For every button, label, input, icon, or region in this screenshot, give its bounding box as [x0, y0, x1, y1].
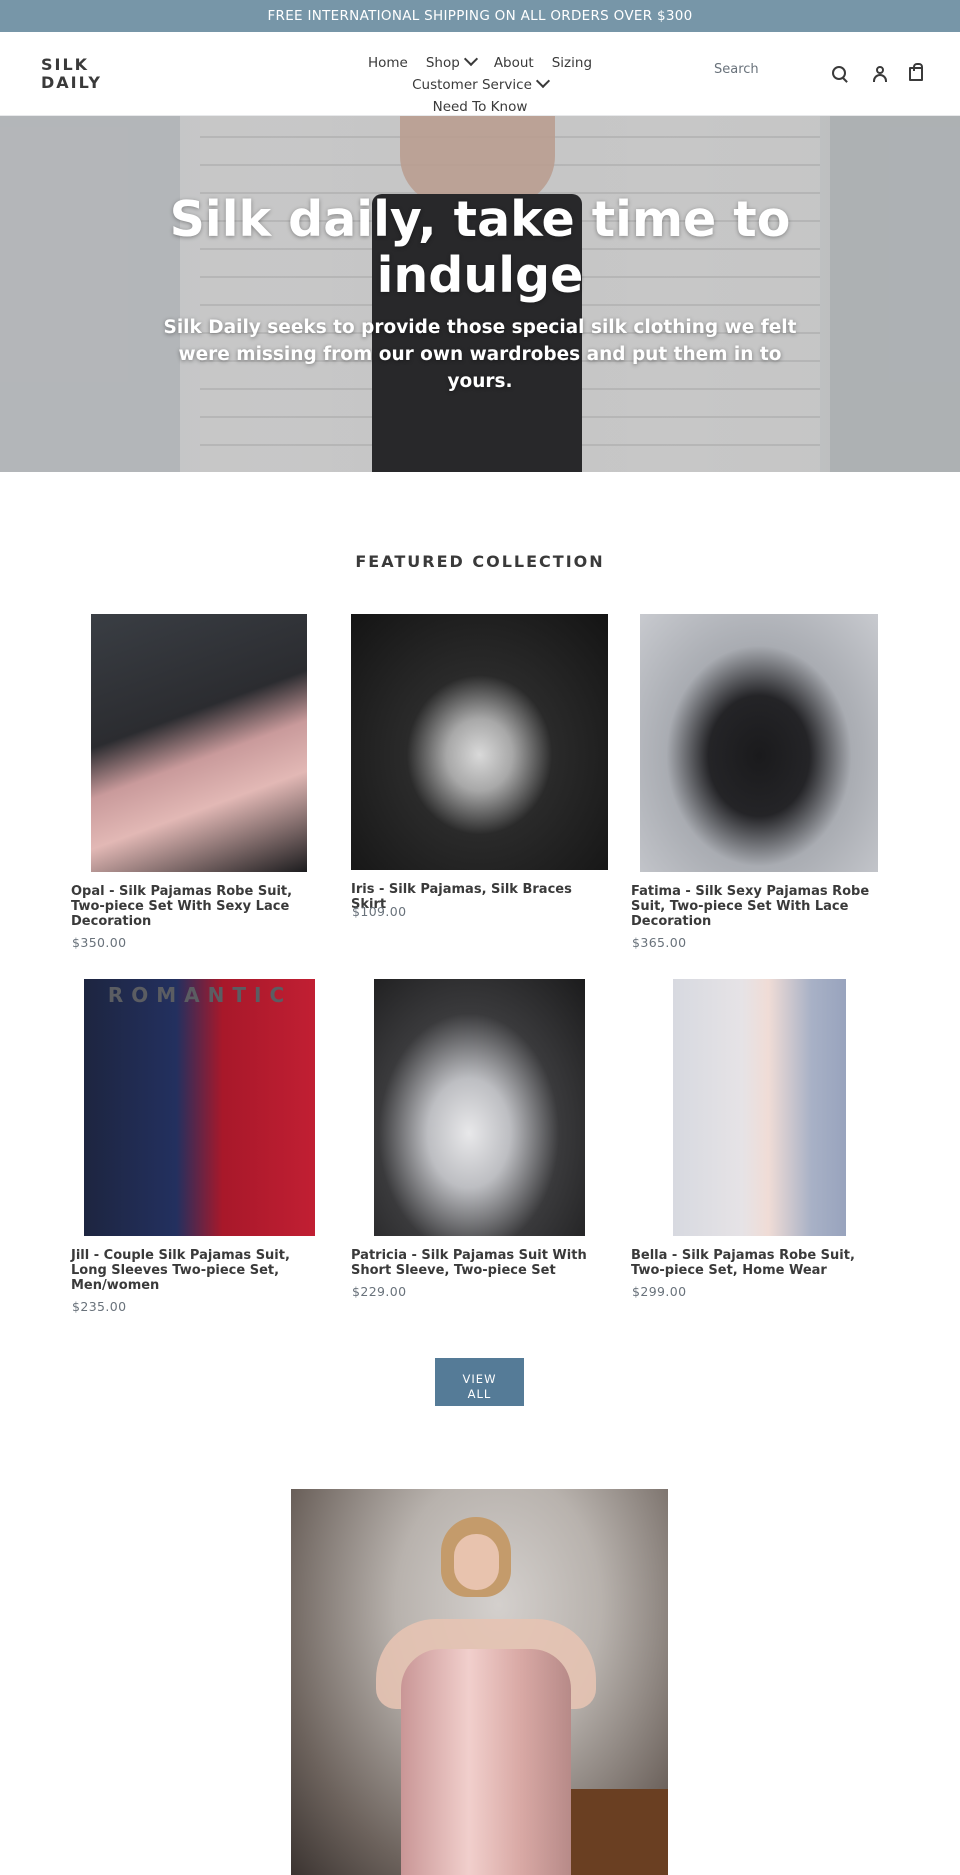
chevron-down-icon — [463, 51, 478, 67]
nav-need-to-know[interactable]: Need To Know — [433, 96, 528, 118]
hero-title: Silk daily, take time to indulge — [169, 191, 791, 304]
hero-subtitle: Silk Daily seeks to provide those specia… — [163, 317, 797, 392]
product-image[interactable] — [91, 614, 307, 872]
site-header: SILK DAILY Home Shop About Sizing Customer S… — [0, 32, 960, 116]
view-all-label-line-2: ALL — [467, 1386, 492, 1401]
announcement-text: FREE INTERNATIONAL SHIPPING ON ALL ORDER… — [267, 8, 693, 24]
product-title[interactable]: Patricia - Silk Pajamas Suit With Short … — [351, 1248, 604, 1278]
hero-banner: Silk daily, take time to indulge Silk Da… — [0, 116, 960, 472]
product-price: $350.00 — [72, 935, 127, 950]
featured-image — [291, 1489, 668, 1875]
product-image[interactable] — [673, 979, 846, 1236]
product-price: $235.00 — [72, 1299, 127, 1314]
product-title[interactable]: Jill - Couple Silk Pajamas Suit, Long Sl… — [71, 1248, 324, 1293]
nav-customer-service[interactable]: Customer Service — [412, 73, 550, 96]
featured-collection-title: FEATURED COLLECTION — [355, 552, 605, 571]
background-furniture — [571, 1789, 668, 1875]
cart-icon[interactable] — [909, 63, 923, 81]
product-price: $109.00 — [352, 904, 407, 919]
nav-home[interactable]: Home — [368, 52, 408, 74]
view-all-label-line-1: VIEW — [462, 1371, 497, 1386]
model-face — [454, 1534, 499, 1590]
logo[interactable]: SILK DAILY — [41, 56, 121, 92]
main-nav: Home Shop About Sizing Customer Service Need… — [290, 51, 670, 118]
logo-line-2: DAILY — [41, 73, 102, 92]
product-title[interactable]: Bella - Silk Pajamas Robe Suit, Two-piec… — [631, 1248, 884, 1278]
nav-sizing[interactable]: Sizing — [552, 52, 592, 74]
account-icon-head — [876, 66, 884, 74]
product-image[interactable] — [640, 614, 878, 872]
search-icon[interactable] — [832, 66, 846, 80]
product-title[interactable]: Fatima - Silk Sexy Pajamas Robe Suit, Tw… — [631, 884, 884, 929]
product-image[interactable] — [374, 979, 585, 1236]
product-image[interactable] — [351, 614, 608, 870]
nav-shop[interactable]: Shop — [425, 51, 478, 74]
nav-customer-service-label: Customer Service — [412, 77, 532, 93]
chevron-down-icon — [535, 73, 550, 89]
nav-about[interactable]: About — [494, 52, 534, 74]
logo-line-1: SILK — [41, 55, 90, 74]
account-icon[interactable] — [873, 66, 887, 82]
account-icon-body — [873, 74, 887, 82]
product-image[interactable]: ROMANTIC — [84, 979, 315, 1236]
announcement-bar: FREE INTERNATIONAL SHIPPING ON ALL ORDER… — [0, 0, 960, 32]
view-all-button[interactable]: VIEW ALL — [435, 1358, 524, 1406]
product-price: $365.00 — [632, 935, 687, 950]
nav-shop-label: Shop — [425, 55, 460, 71]
product-title[interactable]: Opal - Silk Pajamas Robe Suit, Two-piece… — [71, 884, 324, 929]
romantic-overlay-text: ROMANTIC — [107, 983, 293, 1007]
model-slip-dress — [401, 1649, 571, 1875]
product-price: $229.00 — [352, 1284, 407, 1299]
product-price: $299.00 — [632, 1284, 687, 1299]
